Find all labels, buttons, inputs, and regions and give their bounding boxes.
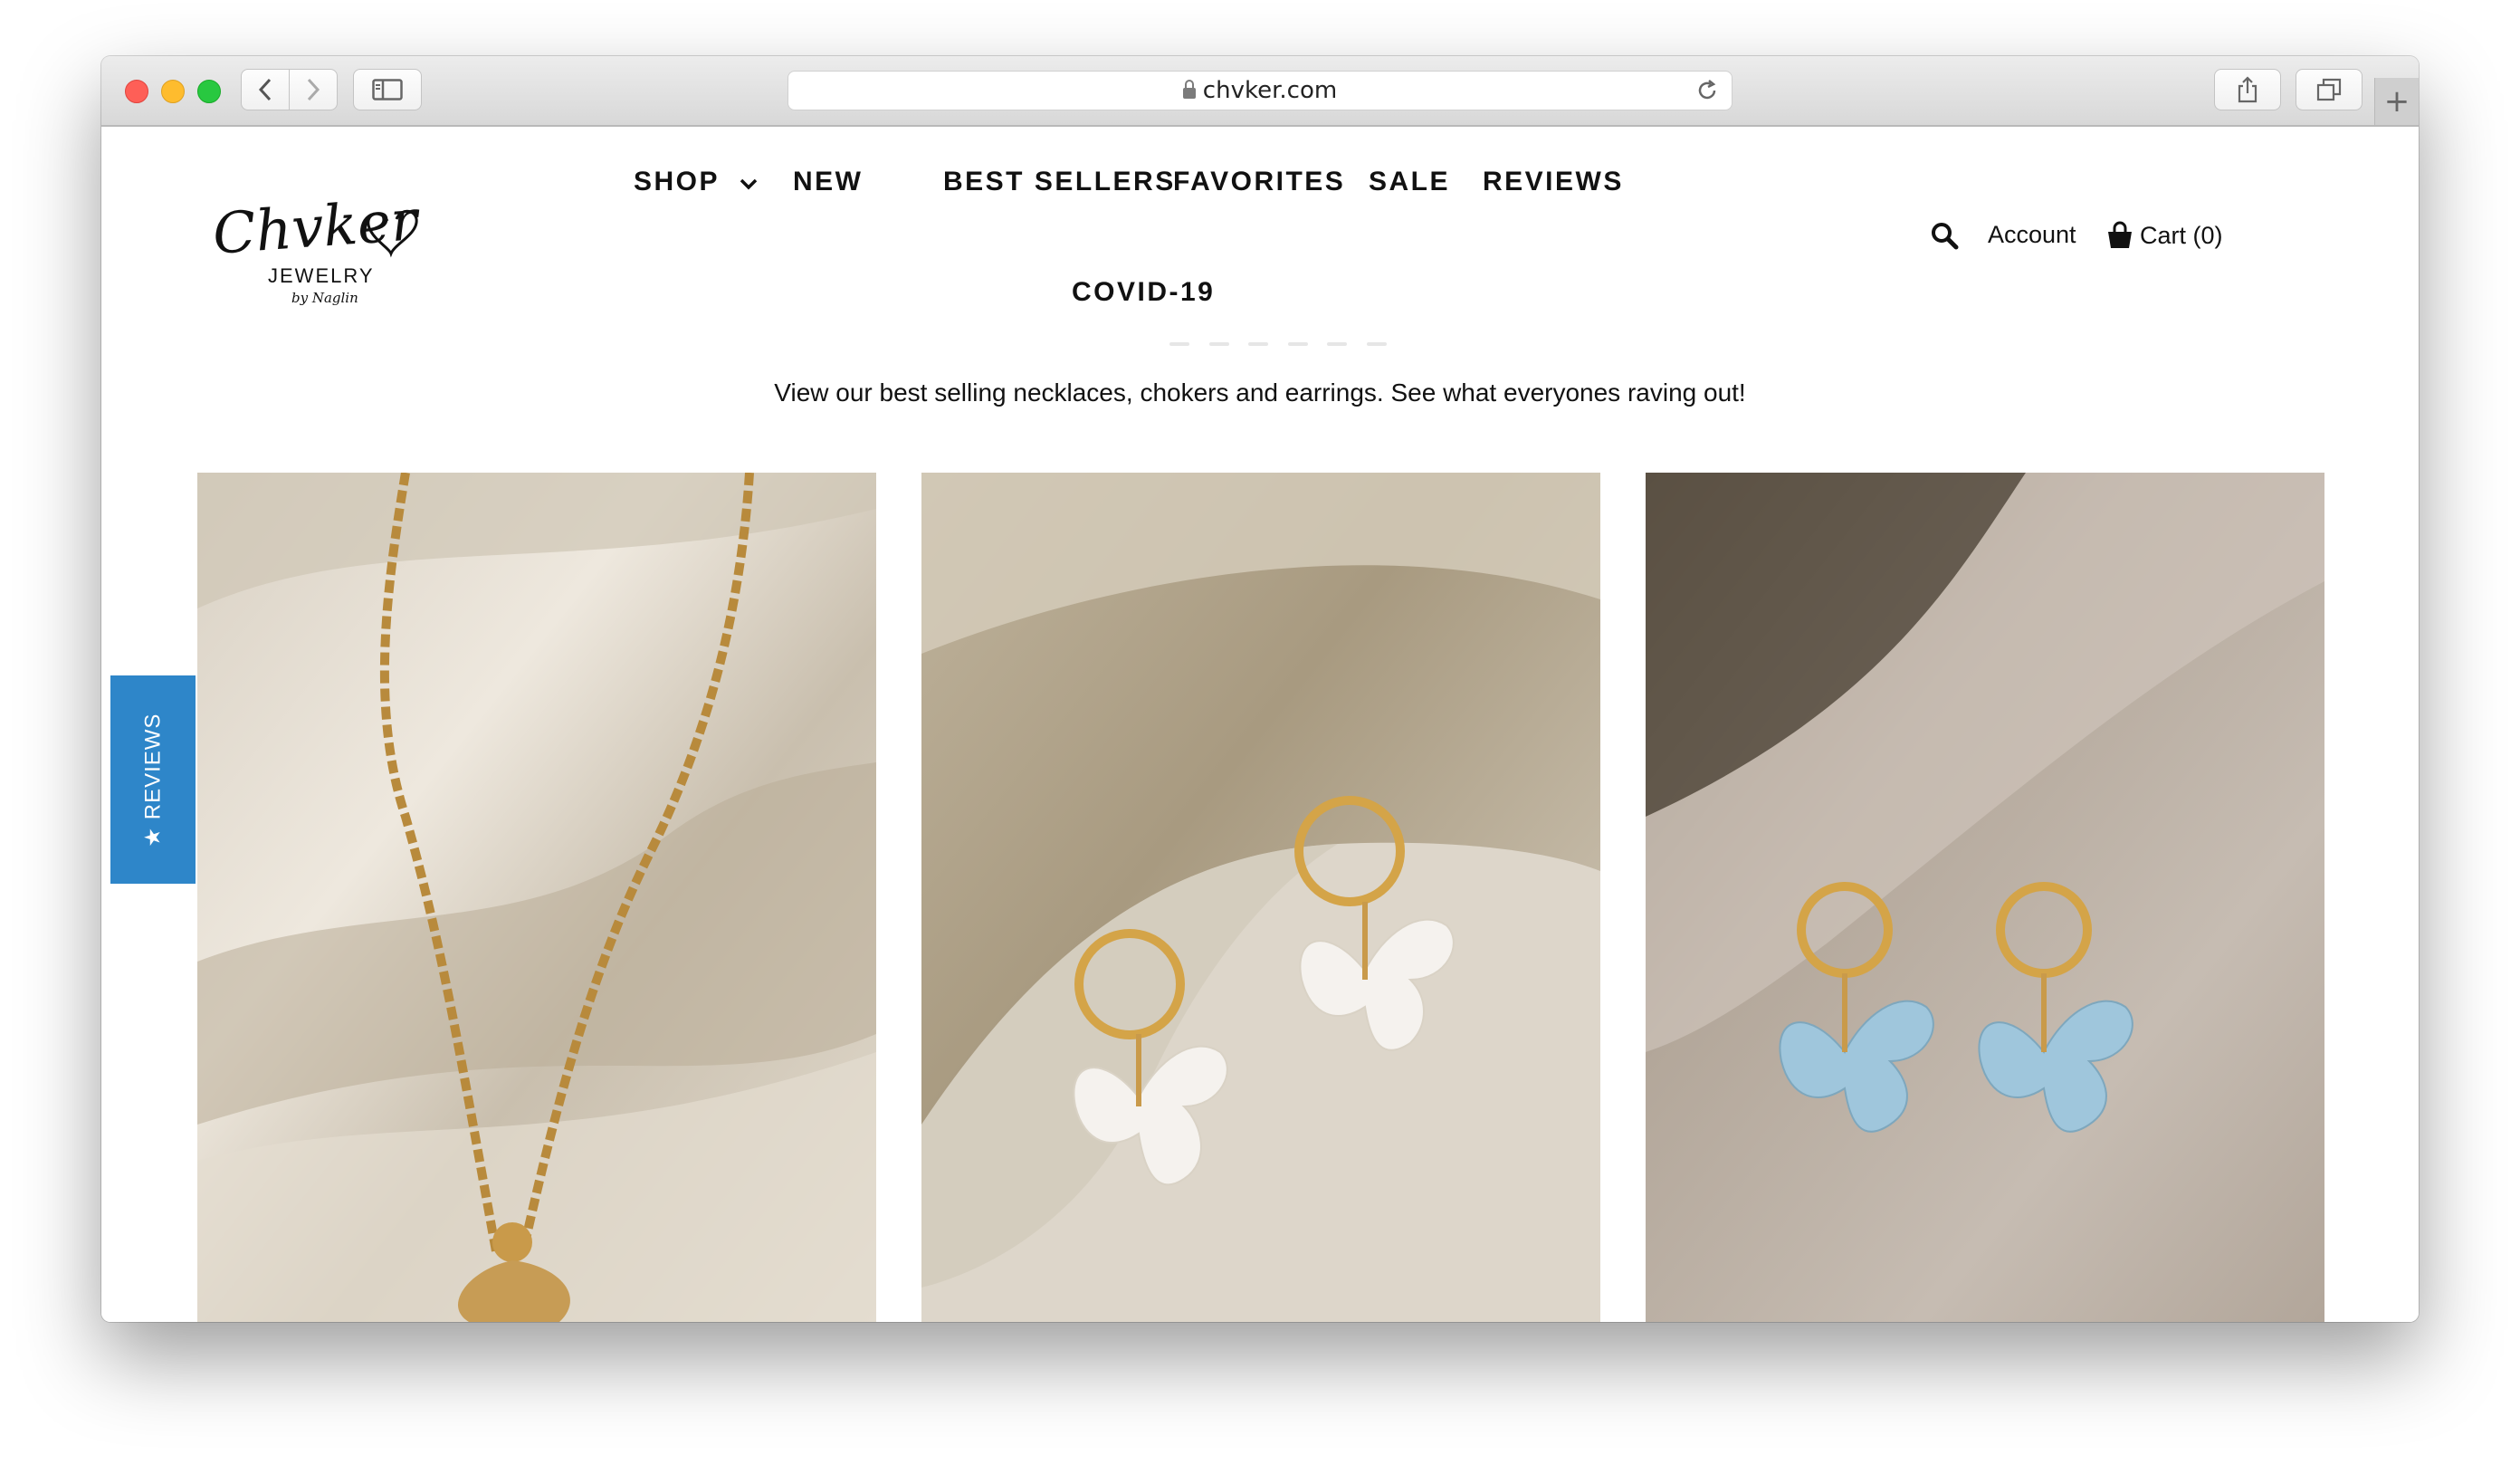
lock-icon — [1182, 80, 1196, 99]
sidebar-icon — [372, 79, 403, 101]
share-button[interactable] — [2214, 69, 2281, 110]
faded-heading-remnant — [1169, 342, 1387, 351]
site-logo[interactable]: Chvker JEWELRY by Naglin — [210, 187, 427, 315]
nav-reviews[interactable]: REVIEWS — [1483, 167, 1624, 197]
nav-new[interactable]: NEW — [793, 167, 864, 197]
tabs-icon — [2316, 78, 2342, 101]
share-icon — [2238, 76, 2258, 103]
nav-covid-19[interactable]: COVID-19 — [1072, 277, 1215, 308]
product-image-necklace — [197, 473, 876, 1322]
minimize-window-button[interactable] — [161, 80, 185, 103]
show-tabs-button[interactable] — [2296, 69, 2362, 110]
product-card-necklace[interactable] — [197, 473, 876, 1322]
shopping-bag-icon — [2108, 221, 2132, 248]
product-image-blue-butterfly-earrings — [1646, 473, 2324, 1322]
nav-favorites[interactable]: FAVORITES — [1173, 167, 1345, 197]
product-image-white-butterfly-earrings — [921, 473, 1600, 1322]
nav-sale[interactable]: SALE — [1369, 167, 1450, 197]
cart-label: Cart (0) — [2140, 221, 2223, 249]
nav-shop-label: SHOP — [634, 167, 720, 196]
logo-subtitle: JEWELRY — [268, 264, 375, 287]
product-card-white-butterfly-earrings[interactable] — [921, 473, 1600, 1322]
logo-byline: by Naglin — [291, 290, 358, 306]
collection-description: View our best selling necklaces, chokers… — [774, 378, 1746, 407]
reviews-side-tab[interactable]: ★ REVIEWS — [110, 675, 196, 884]
account-link[interactable]: Account — [1988, 221, 2076, 249]
url-text: chvker.com — [1202, 77, 1338, 104]
chevron-down-icon — [740, 178, 758, 190]
product-card-blue-butterfly-earrings[interactable] — [1646, 473, 2324, 1322]
nav-shop[interactable]: SHOP — [634, 167, 758, 197]
sidebar-toggle-button[interactable] — [353, 69, 422, 110]
chevron-right-icon — [307, 78, 320, 101]
search-icon — [1932, 223, 1959, 250]
close-window-button[interactable] — [125, 80, 148, 103]
back-button[interactable] — [241, 69, 290, 110]
cart-link[interactable]: Cart (0) — [2105, 221, 2223, 250]
plus-icon: + — [2383, 83, 2410, 120]
search-button[interactable] — [1930, 221, 1959, 250]
address-bar[interactable]: chvker.com — [788, 71, 1732, 110]
logo-mark: Chvker JEWELRY by Naglin — [211, 187, 423, 306]
browser-toolbar: chvker.com + — [101, 56, 2419, 127]
nav-best-sellers[interactable]: BEST SELLERS — [943, 167, 1176, 197]
chevron-left-icon — [258, 78, 272, 101]
new-tab-button[interactable]: + — [2374, 78, 2419, 125]
web-page: Chvker JEWELRY by Naglin SHOP NEW BEST S… — [101, 127, 2419, 1322]
forward-button[interactable] — [289, 69, 338, 110]
reviews-side-tab-label: ★ REVIEWS — [140, 713, 166, 847]
reload-icon[interactable] — [1695, 79, 1719, 102]
zoom-window-button[interactable] — [197, 80, 221, 103]
browser-window: chvker.com + Chvker JEWELRY by Naglin SH… — [101, 56, 2419, 1322]
